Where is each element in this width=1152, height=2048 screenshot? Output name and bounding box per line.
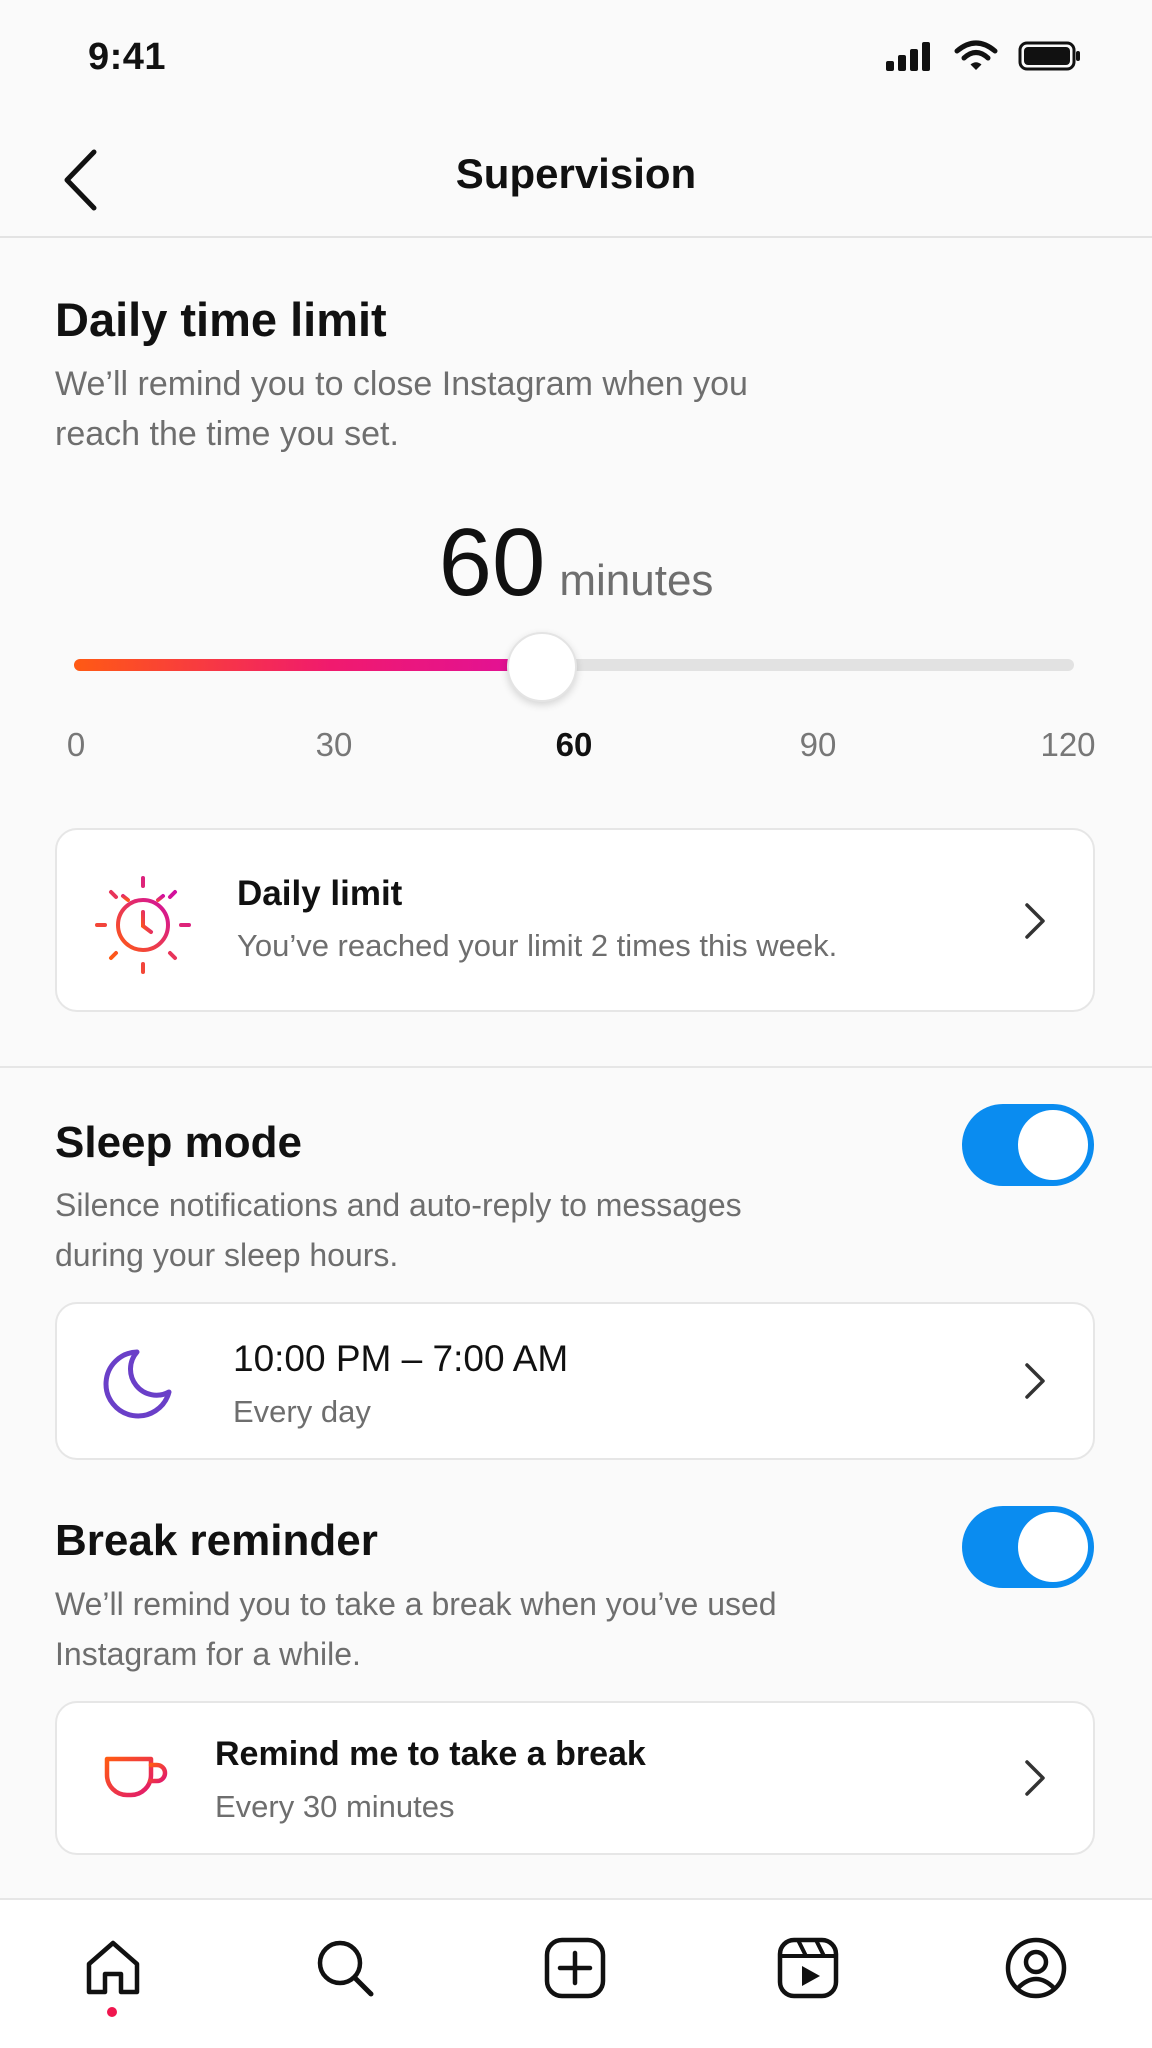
signal-icon xyxy=(886,42,930,71)
limit-unit: minutes xyxy=(559,556,714,605)
nav-home[interactable] xyxy=(73,1928,153,2008)
moon-icon xyxy=(97,1344,177,1424)
slider-tick-label: 120 xyxy=(1040,726,1096,763)
nav-reels[interactable] xyxy=(768,1928,848,2008)
chevron-right-icon xyxy=(1015,896,1055,946)
sleep-mode-title: Sleep mode xyxy=(55,1118,302,1167)
nav-search[interactable] xyxy=(305,1928,385,2008)
description-line: during your sleep hours. xyxy=(55,1237,399,1273)
supervision-screen: 9:41 Supervision Daily time limit We’ll … xyxy=(0,0,1152,2048)
break-reminder-toggle[interactable] xyxy=(962,1506,1094,1588)
sleep-schedule-time: 10:00 PM – 7:00 AM xyxy=(233,1338,569,1379)
time-limit-slider[interactable] xyxy=(74,632,1074,702)
slider-tick-label: 0 xyxy=(66,726,86,763)
break-reminder-description: We’ll remind you to take a break when yo… xyxy=(55,1579,875,1679)
home-icon xyxy=(86,1940,140,1995)
description-line: We’ll remind you to take a break when yo… xyxy=(55,1586,777,1622)
daily-time-limit-description: We’ll remind you to close Instagram when… xyxy=(55,359,875,459)
limit-number: 60 xyxy=(438,509,546,616)
sleep-mode-description: Silence notifications and auto-reply to … xyxy=(55,1180,875,1280)
break-reminder-title: Break reminder xyxy=(55,1516,378,1565)
status-icons xyxy=(884,40,1082,72)
wifi-icon xyxy=(954,40,998,70)
daily-limit-card[interactable]: Daily limit You’ve reached your limit 2 … xyxy=(55,828,1095,1012)
reels-icon xyxy=(777,1937,839,1999)
nav-profile[interactable] xyxy=(996,1928,1076,2008)
page-title: Supervision xyxy=(455,150,697,197)
slider-thumb[interactable] xyxy=(507,632,577,702)
nav-create[interactable] xyxy=(535,1928,615,2008)
description-line: Instagram for a while. xyxy=(55,1636,361,1672)
break-reminder-interval: Every 30 minutes xyxy=(215,1789,455,1824)
description-line: reach the time you set. xyxy=(55,415,399,453)
sleep-mode-toggle[interactable] xyxy=(962,1104,1094,1186)
sleep-schedule-frequency: Every day xyxy=(233,1394,371,1429)
break-reminder-card-title: Remind me to take a break xyxy=(215,1735,646,1773)
limit-value-display: 60 minutes xyxy=(0,508,1152,618)
nav-header: Supervision xyxy=(0,120,1152,238)
slider-tick-label: 90 xyxy=(799,726,837,763)
status-time: 9:41 xyxy=(88,36,167,78)
status-bar: 9:41 xyxy=(0,0,1152,120)
active-indicator-dot xyxy=(107,2007,117,2017)
chevron-right-icon xyxy=(1015,1356,1055,1406)
slider-tick-label-selected: 60 xyxy=(555,726,593,763)
coffee-cup-icon xyxy=(97,1741,173,1817)
toggle-knob xyxy=(1018,1110,1088,1180)
search-icon xyxy=(317,1940,374,1997)
slider-fill xyxy=(74,659,542,671)
clock-sun-icon xyxy=(89,868,197,976)
profile-icon xyxy=(1005,1937,1067,1999)
daily-time-limit-title: Daily time limit xyxy=(55,293,387,346)
break-reminder-card[interactable]: Remind me to take a break Every 30 minut… xyxy=(55,1701,1095,1855)
slider-tick-label: 30 xyxy=(315,726,353,763)
description-line: Silence notifications and auto-reply to … xyxy=(55,1187,742,1223)
description-line: We’ll remind you to close Instagram when… xyxy=(55,365,748,403)
section-divider xyxy=(0,1066,1152,1068)
daily-limit-title: Daily limit xyxy=(237,874,403,913)
battery-icon xyxy=(1018,41,1080,71)
chevron-right-icon xyxy=(1015,1753,1055,1803)
toggle-knob xyxy=(1018,1512,1088,1582)
sleep-schedule-card[interactable]: 10:00 PM – 7:00 AM Every day xyxy=(55,1302,1095,1460)
bottom-nav xyxy=(0,1898,1152,2048)
create-icon xyxy=(544,1937,606,1999)
daily-limit-subtitle: You’ve reached your limit 2 times this w… xyxy=(237,928,838,963)
